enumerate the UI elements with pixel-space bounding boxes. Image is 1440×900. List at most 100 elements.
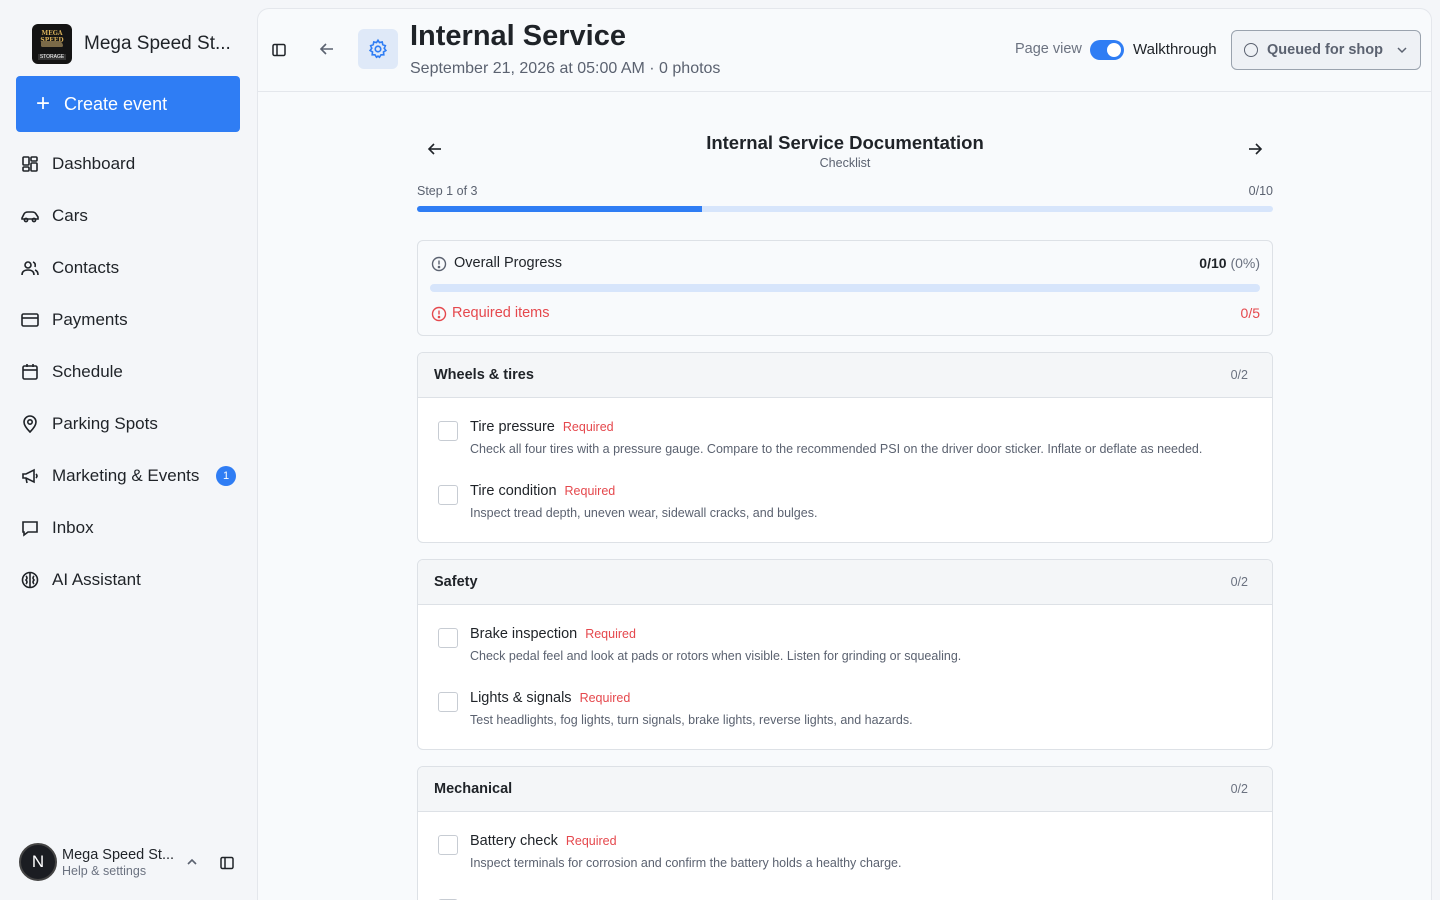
logo-car-shape bbox=[41, 41, 63, 47]
walkthrough-label: Walkthrough bbox=[1133, 41, 1217, 58]
page-title: Internal Service bbox=[410, 20, 626, 52]
page-subtitle: September 21, 2026 at 05:00 AM · 0 photo… bbox=[410, 60, 721, 77]
item-name: Battery check Required bbox=[470, 833, 617, 849]
brand-name: Mega Speed St... bbox=[84, 33, 231, 54]
section-header[interactable]: Mechanical 0/2 bbox=[418, 767, 1272, 812]
section-mechanical: Mechanical 0/2 Battery check Required Ins… bbox=[417, 766, 1273, 900]
item-name-text: Lights & signals bbox=[470, 690, 572, 706]
top-bar: Internal Service September 21, 2026 at 0… bbox=[258, 9, 1431, 92]
item-name: Tire pressure Required bbox=[470, 419, 614, 435]
toggle-sidebar-icon[interactable] bbox=[271, 42, 287, 58]
brand[interactable]: MEGA SPEED STORAGE Mega Speed St... bbox=[32, 24, 231, 64]
document-title: Internal Service Documentation bbox=[706, 132, 984, 153]
sidebar-item-marketing-events[interactable]: Marketing & Events 1 bbox=[0, 450, 256, 502]
step-label: Step 1 of 3 bbox=[417, 184, 478, 198]
sidebar-item-label: Cars bbox=[52, 206, 88, 225]
section-title: Mechanical bbox=[434, 781, 513, 797]
info-circle-icon bbox=[431, 256, 447, 272]
collapse-sidebar-icon[interactable] bbox=[219, 855, 235, 871]
sidebar-item-label: Schedule bbox=[52, 362, 123, 381]
item-checkbox[interactable] bbox=[438, 692, 458, 712]
user-subtitle: Help & settings bbox=[62, 863, 147, 878]
avatar: N bbox=[19, 843, 57, 881]
item-name-text: Battery check bbox=[470, 833, 558, 849]
page-view-label: Page view bbox=[1015, 41, 1082, 57]
notification-badge: 1 bbox=[216, 466, 236, 486]
sidebar-item-label: Contacts bbox=[52, 258, 120, 277]
document-subtitle: Checklist bbox=[819, 156, 871, 170]
brain-icon bbox=[21, 571, 39, 589]
create-event-button[interactable]: + Create event bbox=[16, 76, 240, 132]
sidebar-item-payments[interactable]: Payments bbox=[0, 294, 256, 346]
sidebar-item-label: Payments bbox=[52, 310, 128, 329]
item-description: Inspect terminals for corrosion and conf… bbox=[470, 856, 902, 870]
section-title: Wheels & tires bbox=[434, 367, 534, 383]
brand-logo: MEGA SPEED STORAGE bbox=[32, 24, 72, 64]
item-name: Lights & signals Required bbox=[470, 690, 630, 706]
sidebar-nav: Dashboard Cars Contacts Payments Schedul… bbox=[0, 138, 256, 606]
step-count: 0/10 bbox=[1248, 184, 1273, 198]
section-header[interactable]: Safety 0/2 bbox=[418, 560, 1272, 605]
sidebar-item-dashboard[interactable]: Dashboard bbox=[0, 138, 256, 190]
main-panel: Internal Service September 21, 2026 at 0… bbox=[257, 8, 1432, 900]
user-name: Mega Speed St... bbox=[62, 846, 175, 863]
sidebar-item-label: AI Assistant bbox=[52, 570, 141, 589]
plus-icon: + bbox=[36, 90, 51, 117]
user-menu[interactable]: N Mega Speed St... Help & settings bbox=[19, 843, 249, 881]
item-checkbox[interactable] bbox=[438, 485, 458, 505]
dashboard-icon bbox=[22, 156, 38, 172]
checklist-item bbox=[418, 877, 1272, 900]
alert-circle-icon bbox=[431, 306, 447, 322]
contacts-icon bbox=[21, 261, 39, 276]
chevron-up-icon[interactable] bbox=[185, 855, 199, 869]
item-checkbox[interactable] bbox=[438, 421, 458, 441]
walkthrough-toggle[interactable] bbox=[1090, 40, 1124, 60]
sidebar-item-parking-spots[interactable]: Parking Spots bbox=[0, 398, 256, 450]
item-checkbox[interactable] bbox=[438, 628, 458, 648]
next-step-icon[interactable] bbox=[1247, 141, 1263, 157]
required-items-value: 0/5 bbox=[1240, 305, 1260, 321]
item-name-text: Brake inspection bbox=[470, 626, 578, 642]
sidebar-item-contacts[interactable]: Contacts bbox=[0, 242, 256, 294]
overall-progress-percent: (0%) bbox=[1230, 255, 1260, 271]
sidebar-item-label: Inbox bbox=[52, 518, 94, 537]
section-header[interactable]: Wheels & tires 0/2 bbox=[418, 353, 1272, 398]
checklist-item: Brake inspection Required Check pedal fee… bbox=[418, 606, 1272, 670]
section-count: 0/2 bbox=[1230, 368, 1248, 382]
service-type-badge bbox=[358, 29, 398, 69]
car-icon bbox=[21, 211, 39, 223]
create-event-label: Create event bbox=[64, 93, 168, 114]
inbox-icon bbox=[22, 521, 38, 537]
required-tag: Required bbox=[565, 834, 617, 848]
overall-progress-value: 0/10 (0%) bbox=[1199, 255, 1260, 271]
step-progress-fill bbox=[417, 206, 703, 212]
user-info: Mega Speed St... Help & settings bbox=[62, 847, 174, 878]
document-header: Internal Service Documentation Checklist bbox=[417, 128, 1273, 174]
checklist-item: Tire pressure Required Check all four tir… bbox=[418, 399, 1272, 463]
section-title: Safety bbox=[434, 574, 478, 590]
map-pin-icon bbox=[23, 415, 37, 434]
overall-progress-bar bbox=[430, 284, 1260, 292]
step-progress-bar bbox=[417, 206, 1273, 212]
back-arrow-icon[interactable] bbox=[318, 40, 336, 58]
status-circle-icon bbox=[1244, 43, 1258, 57]
status-label: Queued for shop bbox=[1267, 42, 1383, 58]
item-checkbox[interactable] bbox=[438, 835, 458, 855]
item-name-text: Tire condition bbox=[470, 483, 557, 499]
sidebar-item-inbox[interactable]: Inbox bbox=[0, 502, 256, 554]
required-tag: Required bbox=[579, 691, 631, 705]
sidebar-item-schedule[interactable]: Schedule bbox=[0, 346, 256, 398]
megaphone-icon bbox=[22, 468, 38, 484]
logo-bottom-text: STORAGE bbox=[38, 54, 66, 60]
item-description: Test headlights, fog lights, turn signal… bbox=[470, 713, 913, 727]
status-dropdown[interactable]: Queued for shop bbox=[1231, 30, 1421, 70]
required-tag: Required bbox=[564, 484, 616, 498]
sidebar-item-label: Dashboard bbox=[52, 154, 136, 173]
sidebar-item-ai-assistant[interactable]: AI Assistant bbox=[0, 554, 256, 606]
item-description: Check pedal feel and look at pads or rot… bbox=[470, 649, 962, 663]
checklist-item: Battery check Required Inspect terminals … bbox=[418, 813, 1272, 877]
section-count: 0/2 bbox=[1230, 782, 1248, 796]
section-wheels-tires: Wheels & tires 0/2 Tire pressure Required… bbox=[417, 352, 1273, 543]
calendar-icon bbox=[22, 364, 38, 380]
sidebar-item-cars[interactable]: Cars bbox=[0, 190, 256, 242]
